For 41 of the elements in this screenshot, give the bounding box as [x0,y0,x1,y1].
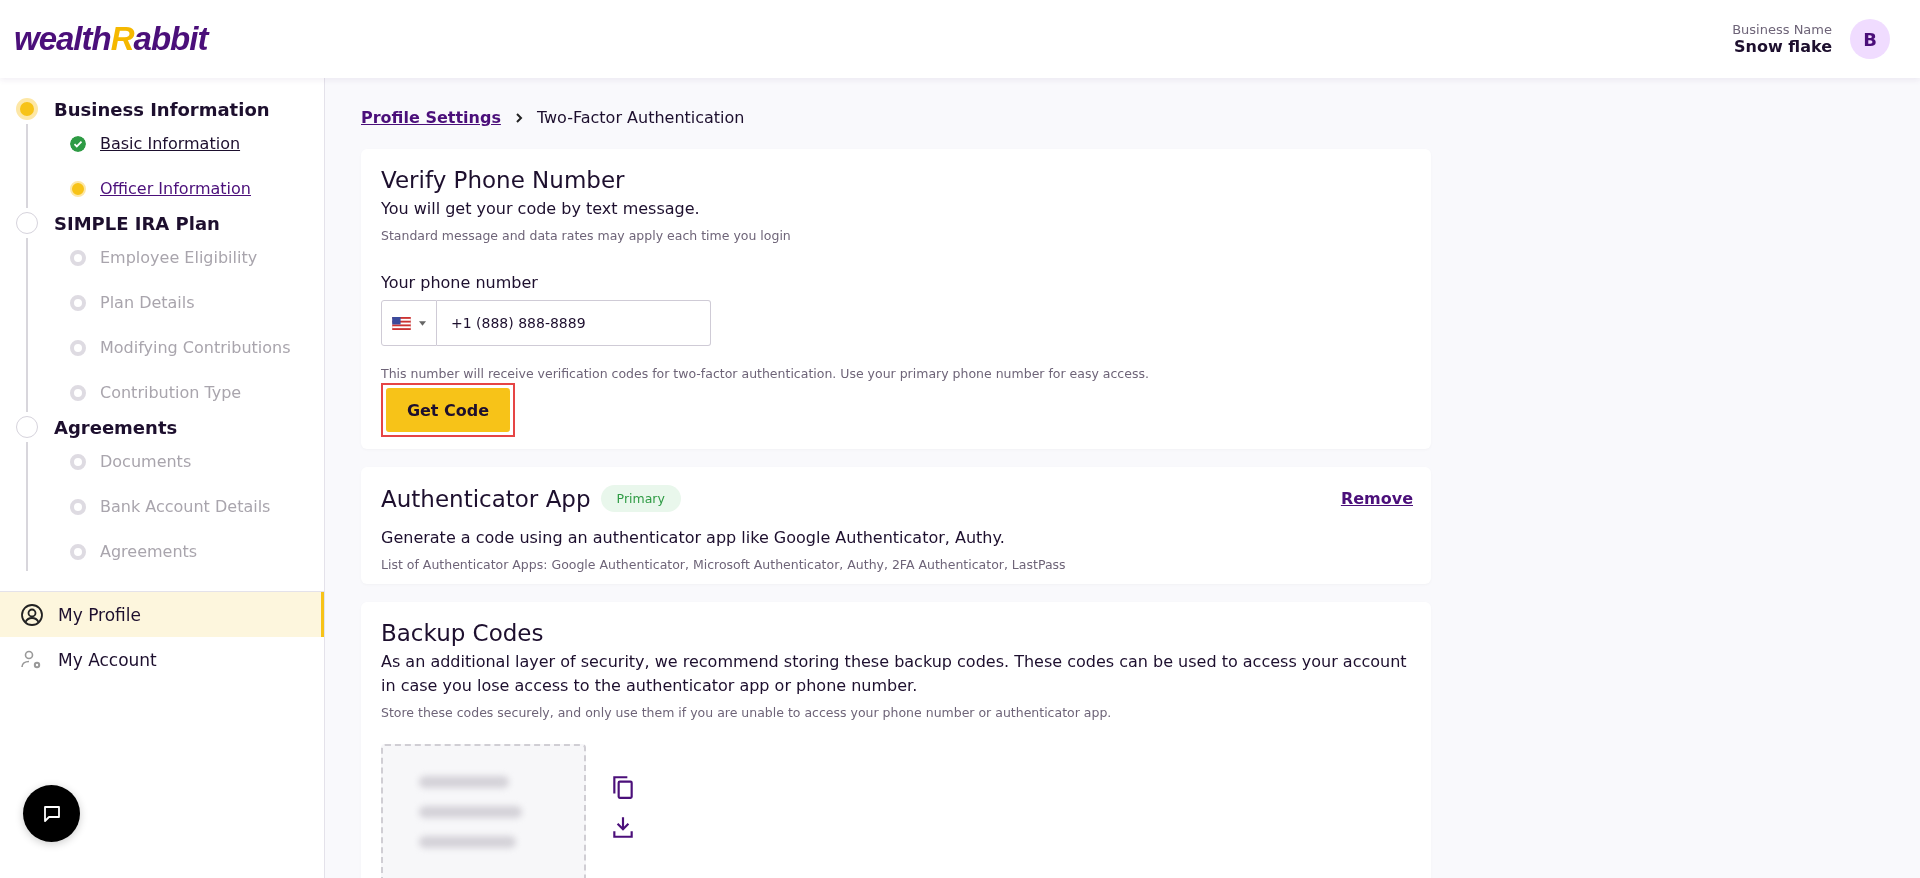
step-link[interactable]: Basic Information [100,134,241,153]
primary-badge: Primary [600,485,681,513]
business-label: Business Name [1732,22,1832,37]
field-label: Your phone number [381,273,539,293]
step-label: Plan Details [100,293,195,312]
step-link[interactable]: Officer Information [100,179,251,198]
user-circle-icon [20,602,44,627]
step-title: SIMPLE IRA Plan [54,212,220,234]
avatar[interactable]: B [1850,19,1890,59]
country-select[interactable] [381,300,437,347]
business-name: Snow flake [1734,37,1832,56]
remove-link[interactable]: Remove [1340,489,1413,509]
card-description: As an additional layer of security, we recommend storing these backup codes. These codes can be used to access your account in case you lose access to the authenticator app or phone number. [381,651,1408,697]
card-title: Authenticator App [381,485,591,512]
step-label: Documents [100,452,192,471]
copy-icon[interactable] [610,773,636,800]
nav-item[interactable]: My Account [0,637,324,682]
logo: wealthRabbit [14,20,208,58]
step-label: Employee Eligibility [100,248,258,267]
step-title: Agreements [54,416,178,438]
caret-icon [419,320,426,326]
card-title: Backup Codes [381,620,545,647]
phone-input[interactable]: +1 (888) 888-8889 [437,300,711,347]
step-label: Contribution Type [100,383,242,402]
step-label: Bank Account Details [100,497,271,516]
card-description: You will get your code by text message. [381,198,701,220]
field-hint: This number will receive verification codes for two-factor authentication. Use your primary phone number for easy access. [381,366,1150,382]
flag-icon [392,316,411,330]
breadcrumb-link[interactable]: Profile Settings [361,108,501,127]
step-label: Modifying Contributions [100,338,291,357]
card-description: Generate a code using an authenticator app like Google Authenticator, Authy. [381,527,1006,550]
step-title: Business Information [54,98,270,120]
card-note: List of Authenticator Apps: Google Authenticator, Microsoft Authenticator, Authy, 2FA Authenticator, LastPass [381,557,1067,573]
step-label: Agreements [100,542,198,561]
chat-button[interactable] [23,785,80,842]
breadcrumb-current: Two-Factor Authentication [536,108,745,127]
get-code-button[interactable]: Get Code [386,388,510,433]
card-note: Standard message and data rates may apply each time you login [381,228,792,244]
nav-item[interactable]: My Profile [0,592,324,637]
card-title: Verify Phone Number [381,167,626,193]
card-note: Store these codes securely, and only use them if you are unable to access your phone number or authenticator app. [381,704,1113,720]
